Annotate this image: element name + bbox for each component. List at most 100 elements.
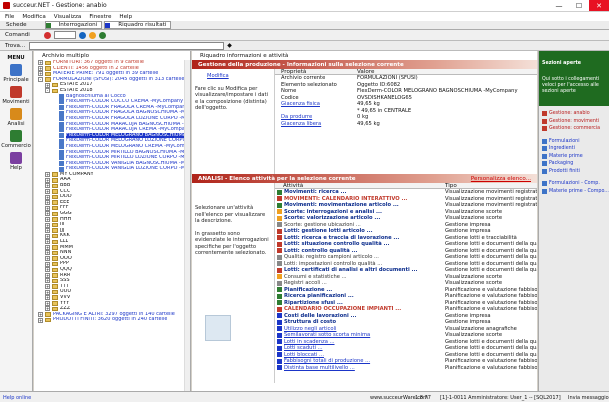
expand-toggle-icon[interactable]: + xyxy=(38,60,43,66)
expand-toggle-icon[interactable]: + xyxy=(45,278,50,284)
tree-scrollbar[interactable] xyxy=(184,60,190,391)
activity-row[interactable]: Lotti: situazione controllo qualità ... G… xyxy=(275,241,537,248)
menu-finestre[interactable]: Finestre xyxy=(89,14,111,20)
activity-row[interactable]: Lotti: impostazioni controllo qualità ..… xyxy=(275,261,537,268)
nav-commercio[interactable]: Commercio xyxy=(0,130,32,149)
expand-toggle-icon[interactable]: + xyxy=(38,65,43,71)
expand-toggle-icon[interactable]: + xyxy=(45,82,50,88)
activity-row[interactable]: Lotti scaduti ... Gestione lotti e docume… xyxy=(275,345,537,352)
activity-row[interactable]: MOVIMENTI: CALENDARIO INTERATTIVO ... Vis… xyxy=(275,196,537,203)
go-icon[interactable] xyxy=(98,31,106,39)
activity-row[interactable]: Ricerca pianificazioni ... Pianificazione… xyxy=(275,293,537,300)
expand-toggle-icon[interactable]: + xyxy=(45,222,50,228)
activity-row[interactable]: Qualità: registro campioni articolo ... G… xyxy=(275,254,537,261)
expand-toggle-icon[interactable]: + xyxy=(45,267,50,273)
activity-row[interactable]: Lotti bloccati ... Gestione lotti e docum… xyxy=(275,352,537,359)
edit-link[interactable]: Modifica xyxy=(207,73,271,80)
activity-row[interactable]: Costi delle lavorazioni ... Gestione impr… xyxy=(275,313,537,320)
activity-row[interactable]: Registri accoli ... Visualizzazione scort… xyxy=(275,280,537,287)
expand-toggle-icon[interactable]: + xyxy=(45,216,50,222)
menu-modifica[interactable]: Modifica xyxy=(22,14,45,20)
open-section-link[interactable]: Gestione: commercia xyxy=(539,125,609,133)
activity-row[interactable]: Lotti: certificati di analisi e altri do… xyxy=(275,267,537,274)
menu-visualizza[interactable]: Visualizza xyxy=(54,14,82,20)
expand-toggle-icon[interactable]: + xyxy=(45,306,50,312)
menu-help[interactable]: Help xyxy=(119,14,132,20)
expand-toggle-icon[interactable]: + xyxy=(45,272,50,278)
nav-principale[interactable]: Principale xyxy=(0,64,32,83)
activity-row[interactable]: Movimenti: ricerca ... Visualizzazione mo… xyxy=(275,189,537,196)
search-input[interactable] xyxy=(29,41,225,50)
close-button[interactable]: ✕ xyxy=(589,0,609,11)
activity-row[interactable]: Scorte: gestione ubicazioni ... Gestione … xyxy=(275,222,537,229)
expand-toggle-icon[interactable]: + xyxy=(45,200,50,206)
activity-row[interactable]: Lotti: gestione lotti articolo ... Gestio… xyxy=(275,228,537,235)
send-message-link[interactable]: Invia messaggio xyxy=(568,395,609,401)
stop-icon[interactable] xyxy=(43,31,51,39)
search-go-icon[interactable]: ◆ xyxy=(227,42,232,49)
expand-toggle-icon[interactable]: + xyxy=(45,205,50,211)
activity-row[interactable]: Lotti in scadenza ... Gestione lotti e do… xyxy=(275,339,537,346)
expand-toggle-icon[interactable]: + xyxy=(45,188,50,194)
open-section-link[interactable]: Materie prime - Compo... xyxy=(539,188,609,196)
activity-row[interactable]: Fabbisogni totali di produzione ... Piani… xyxy=(275,358,537,365)
activity-row[interactable]: Scorte: valorizzazione articolo ... Visua… xyxy=(275,215,537,222)
expand-toggle-icon[interactable]: + xyxy=(38,312,43,318)
open-section-link[interactable]: Gestione: movimenti xyxy=(539,118,609,126)
expand-toggle-icon[interactable]: + xyxy=(45,261,50,267)
tab-riquadro-risultati[interactable]: Riquadro risultati xyxy=(104,21,172,29)
expand-toggle-icon[interactable]: + xyxy=(45,289,50,295)
activity-row[interactable]: Pianificazione ... Pianificazione e valut… xyxy=(275,287,537,294)
help-online-link[interactable]: Help online xyxy=(3,395,31,401)
expand-toggle-icon[interactable]: + xyxy=(38,71,43,77)
tools-icon[interactable] xyxy=(88,31,96,39)
expand-toggle-icon[interactable]: + xyxy=(45,239,50,245)
expand-toggle-icon[interactable]: + xyxy=(45,284,50,290)
expand-toggle-icon[interactable]: - xyxy=(45,88,50,94)
activity-row[interactable]: Utilizzo negli articoli Visualizzazione a… xyxy=(275,326,537,333)
activity-row[interactable]: Lotti: controllo qualità ... Gestione lot… xyxy=(275,248,537,255)
activity-row[interactable]: Movimenti: movimentazione articolo ... Vi… xyxy=(275,202,537,209)
open-section-link[interactable]: Prodotti finiti xyxy=(539,168,609,176)
expand-toggle-icon[interactable]: + xyxy=(45,233,50,239)
tree-node[interactable]: + PRODOTTI FINITI: 3620 oggetti in 240 ca… xyxy=(34,317,190,323)
expand-toggle-icon[interactable]: + xyxy=(45,256,50,262)
nav-analisi[interactable]: Analisi xyxy=(0,108,32,127)
expand-toggle-icon[interactable]: + xyxy=(45,194,50,200)
expand-toggle-icon[interactable]: + xyxy=(45,183,50,189)
activity-row[interactable]: Semilavorati sotto scorta minima Visualiz… xyxy=(275,332,537,339)
nav-help[interactable]: Help xyxy=(0,152,32,171)
expand-toggle-icon[interactable]: + xyxy=(38,317,43,323)
user-icon[interactable] xyxy=(78,31,86,39)
expand-toggle-icon[interactable]: + xyxy=(45,244,50,250)
activity-row[interactable]: Consumi e statistiche ... Visualizzazione… xyxy=(275,274,537,281)
tab-interrogazioni[interactable]: Interrogazioni xyxy=(44,21,103,29)
expand-toggle-icon[interactable]: + xyxy=(45,228,50,234)
activity-row[interactable]: CALENDARIO OCCUPAZIONE IMPIANTI ... Piani… xyxy=(275,306,537,313)
open-section-link[interactable]: Ingredienti xyxy=(539,145,609,153)
expand-toggle-icon[interactable]: - xyxy=(38,77,43,83)
open-section-link[interactable]: Formulazioni xyxy=(539,138,609,146)
expand-toggle-icon[interactable]: + xyxy=(45,172,50,178)
open-section-link[interactable]: Materie prime xyxy=(539,153,609,161)
expand-toggle-icon[interactable]: + xyxy=(45,300,50,306)
open-section-link[interactable]: Packaging xyxy=(539,160,609,168)
command-input[interactable] xyxy=(53,31,76,39)
expand-toggle-icon[interactable]: + xyxy=(45,177,50,183)
nav-movimenti[interactable]: Movimenti xyxy=(0,86,32,105)
open-section-link[interactable]: Gestione: anabio xyxy=(539,110,609,118)
open-section-link[interactable]: Formulazioni - Comp. xyxy=(539,180,609,188)
customize-list-link[interactable]: Personalizza elenco... xyxy=(471,176,531,182)
activity-row[interactable]: Distinta base multilivello ... Pianificaz… xyxy=(275,365,537,372)
expand-toggle-icon[interactable]: + xyxy=(45,250,50,256)
activity-row[interactable]: Lotti: ricerca e traccia di lavorazione … xyxy=(275,235,537,242)
minimize-button[interactable]: — xyxy=(549,0,569,11)
expand-toggle-icon[interactable]: + xyxy=(45,211,50,217)
expand-toggle-icon[interactable]: + xyxy=(45,295,50,301)
maximize-button[interactable]: ☐ xyxy=(569,0,589,11)
activity-row[interactable]: Scorte: interrogazioni e analisi ... Visu… xyxy=(275,209,537,216)
activity-row[interactable]: Struttura di costo Gestione impresa xyxy=(275,319,537,326)
activity-row[interactable]: Ripartizione sfusi ... Pianificazione e v… xyxy=(275,300,537,307)
menu-file[interactable]: File xyxy=(5,14,14,20)
tree-node[interactable]: - FORMULAZIONI (SFUSI): 2045 oggetti in 3… xyxy=(34,77,190,83)
